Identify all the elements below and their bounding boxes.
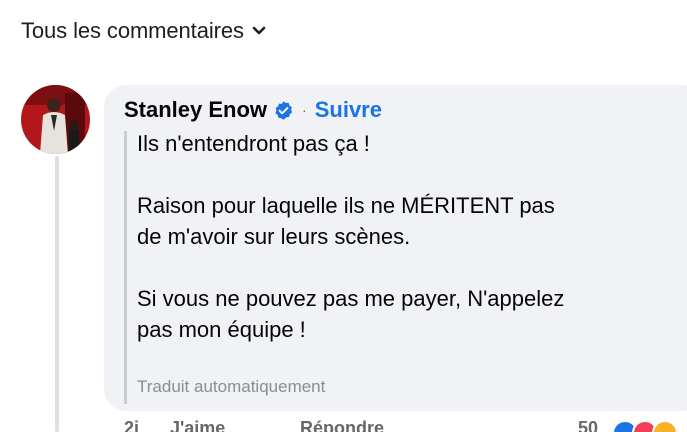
author-name[interactable]: Stanley Enow: [124, 97, 267, 123]
comment-line: de m'avoir sur leurs scènes.: [137, 224, 411, 249]
verified-badge-icon: [275, 100, 293, 120]
separator-dot: ·: [302, 102, 307, 118]
comment-line: Si vous ne pouvez pas me payer, N'appele…: [137, 286, 565, 311]
comment-line: Ils n'entendront pas ça !: [137, 131, 370, 156]
reply-button[interactable]: Répondre: [300, 418, 384, 432]
reaction-icons[interactable]: [612, 420, 678, 432]
like-button[interactable]: J'aime: [170, 418, 225, 432]
follow-button[interactable]: Suivre: [315, 97, 382, 123]
translated-label[interactable]: Traduit automatiquement: [137, 377, 325, 397]
comment-line: pas mon équipe !: [137, 317, 306, 342]
reaction-count[interactable]: 50: [578, 418, 598, 432]
comment-line: Raison pour laquelle ils ne MÉRITENT pas: [137, 193, 555, 218]
comment-text: Ils n'entendront pas ça ! Raison pour la…: [137, 128, 687, 345]
comment-filter-label: Tous les commentaires: [21, 18, 244, 43]
haha-reaction-icon: [652, 420, 678, 432]
comment-filter-dropdown[interactable]: Tous les commentaires: [21, 14, 266, 48]
comment-actions: 2j J'aime Répondre 50: [124, 418, 684, 432]
translation-quote-bar: [124, 131, 127, 404]
chevron-down-icon: [252, 26, 266, 35]
comment-header: Stanley Enow · Suivre: [124, 94, 382, 126]
thread-line: [55, 156, 59, 432]
author-avatar[interactable]: [21, 85, 90, 154]
comment-time[interactable]: 2j: [124, 418, 139, 432]
